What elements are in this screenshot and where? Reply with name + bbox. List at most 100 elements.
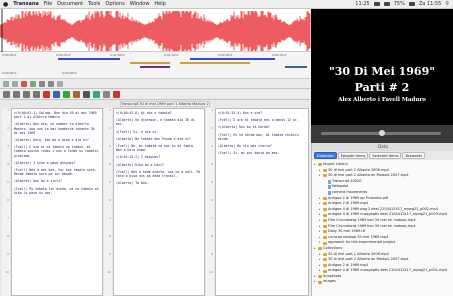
timeline-tick: 0:01:00.0 [110, 53, 125, 57]
transcript-paragraph[interactable]: (Fvell) Si, mi por kontá bo mas. [218, 151, 306, 155]
disclosure-triangle-icon[interactable]: ▸ [319, 173, 322, 179]
transcript-paragraph[interactable]: (Fvell) Mi tabata tin miedo, mi no tabat… [14, 187, 100, 195]
menu-help[interactable]: Help [154, 1, 165, 7]
transcript-column-3[interactable]: ¤(0:01:33.4) Kon e ora? (Fvell) E ora ei… [215, 108, 309, 296]
battery-icon[interactable] [408, 2, 415, 6]
snapshot-icon[interactable] [48, 80, 54, 87]
transcript-paragraph[interactable]: (Alberto) Anto, kon bo a biba e dia ei? [14, 138, 100, 142]
file-icon [328, 179, 331, 184]
transcript-paragraph[interactable]: (Alberto) Bon dia, mi nomber ta Alberto … [14, 122, 100, 135]
transcript-paragraph[interactable]: (Alberto) Un djarason, e tabata dia 30 d… [116, 118, 202, 126]
disclosure-triangle-icon[interactable]: ▸ [319, 240, 322, 246]
tab-database[interactable]: Database [314, 152, 337, 159]
transcript-column-2[interactable]: ¤(0:00:42.8) Ki dia e tabata? (Alberto) … [113, 108, 205, 296]
file-icon [328, 190, 331, 195]
undo-icon[interactable] [3, 90, 10, 98]
tab-keywords[interactable]: Keywords [402, 152, 426, 159]
tab-episode-items[interactable]: Episode Items [337, 152, 369, 159]
underline-icon[interactable] [33, 90, 40, 98]
transcript-paragraph[interactable]: ¤(Alberto) Kon bo ta kòrda? [218, 125, 306, 129]
clock-text: 11:25 [355, 1, 370, 7]
settings-icon[interactable] [57, 80, 63, 87]
bold-icon[interactable] [13, 90, 20, 98]
wifi-icon[interactable] [373, 2, 380, 6]
menu-document[interactable]: Document [57, 1, 83, 7]
transcript-paragraph[interactable]: (Fvell) Nos a bai kas, tur kos tabata se… [14, 168, 100, 176]
transcript-paragraph[interactable]: (Fvell) Mi ta kòrda bon, mi tabata chiki… [218, 133, 306, 141]
transcript-paragraph[interactable]: (Alberto) Bo tin mas storia? [218, 144, 306, 148]
font-icon[interactable] [73, 90, 80, 98]
disclosure-triangle-icon[interactable]: ▸ [319, 268, 322, 274]
end-time: 0:00:00.0 [62, 71, 77, 75]
library-panel: Data Database Episode Items Selected Ite… [311, 143, 453, 296]
disclosure-triangle-icon[interactable]: ▸ [314, 246, 317, 252]
video-scrubber-handle[interactable] [379, 130, 385, 136]
tab-selected-items[interactable]: Selected Items [369, 152, 402, 159]
menu-bar: ● Transana File Document Tools Options W… [0, 0, 453, 9]
close-icon[interactable] [113, 90, 120, 98]
speaker-bar-yellow[interactable] [130, 62, 170, 64]
waveform-panel[interactable] [0, 9, 311, 52]
transcript-paragraph[interactable]: ¤(0:00:42.8) Ki dia e tabata? [116, 111, 202, 115]
timeline-tick: 0:01:30.0 [164, 53, 179, 57]
speaker-bar-blue[interactable] [58, 58, 120, 60]
library-tabs: Database Episode Items Selected Items Ke… [312, 151, 453, 160]
transcript-paragraph[interactable]: ¤(0:00:01.1) Saludo. Bon dia 30 di mei 1… [14, 111, 100, 119]
keyword-icon[interactable] [63, 90, 70, 98]
video-player[interactable]: "30 Di Mei 1969" Parti # 2 Alex Alberto … [311, 9, 453, 125]
transcript-paragraph[interactable]: (Fvell) Nos a keda drenta, nos no a sali… [116, 170, 202, 178]
disclosure-triangle-icon[interactable]: ▸ [314, 162, 317, 168]
speaker-bar-teal[interactable] [285, 66, 307, 68]
library-item[interactable]: ▸ Images [314, 279, 452, 285]
menu-tools[interactable]: Tools [88, 1, 100, 7]
apple-icon[interactable]: ● [3, 1, 8, 8]
menu-options[interactable]: Options [105, 1, 124, 7]
app-menu[interactable]: Transana [13, 1, 39, 7]
folder-icon [323, 168, 327, 172]
datetime-text[interactable]: Za 11:55 [419, 1, 442, 7]
transcript-paragraph[interactable]: ¤(Fvell) Si, e dia ei. [116, 130, 202, 134]
menu-file[interactable]: File [44, 1, 52, 7]
search-icon[interactable]: ⚲ [445, 1, 449, 7]
speaker-bar-yellow[interactable] [180, 62, 250, 64]
folder-icon [323, 174, 327, 178]
timeline-tick: 0:00:30.0 [56, 53, 71, 57]
speaker-bar-purple[interactable] [140, 66, 170, 68]
transcript-paragraph[interactable]: (Alberto) Bo tabata den Punda e dia ei? [116, 137, 202, 141]
waveform-graph[interactable] [0, 9, 311, 52]
save-icon[interactable] [93, 90, 100, 98]
transcript-paragraph[interactable]: (Fvell) E ora ei tabata mas o menos 12 o… [218, 118, 306, 122]
speaker-icon[interactable] [53, 90, 60, 98]
waveform-line [0, 11, 311, 51]
timeline-tick: 0:00:00.0 [2, 53, 17, 57]
transcript-paragraph[interactable]: (Alberto) I kiko a pasa despues? [14, 161, 100, 165]
forward-icon[interactable] [12, 80, 18, 87]
play-icon[interactable] [30, 80, 36, 87]
transcript-paragraph[interactable]: ¤(0:01:33.4) Kon e ora? [218, 111, 306, 115]
transcript-paragraph[interactable]: (Alberto) Kon bo a sinti? [14, 179, 100, 183]
folder-icon [318, 247, 322, 251]
speaker-bar-blue[interactable] [190, 58, 275, 60]
zoom-icon[interactable] [39, 80, 45, 87]
record-icon[interactable] [21, 80, 27, 87]
folder-icon [323, 208, 327, 212]
folder-icon [323, 269, 327, 273]
transcript-paragraph[interactable]: (Fvell) No, mi tabata na kas ku mi famia… [116, 144, 202, 152]
transcript-paragraph[interactable]: (Alberto) Ta bon. [116, 181, 202, 185]
bluetooth-icon[interactable] [383, 2, 390, 6]
transcript-paragraph[interactable]: (Fvell) E dia ei mi tabata na trabou, mi… [14, 145, 100, 158]
back-icon[interactable] [3, 80, 9, 87]
transcript-paragraph[interactable]: ¤(0:01:10.2) I despues? [116, 155, 202, 159]
folder-icon [323, 241, 327, 245]
library-header: Data [312, 143, 453, 151]
transcript-paragraph[interactable]: (Alberto) Kiko bo a haci? [116, 163, 202, 167]
italic-icon[interactable] [23, 90, 30, 98]
disclosure-triangle-icon[interactable]: ▸ [314, 279, 317, 285]
timeline-panel[interactable]: 0:00:00.0 0:00:30.0 0:01:00.0 0:01:30.0 … [0, 52, 311, 79]
menu-window[interactable]: Window [130, 1, 150, 7]
transcript-column-1[interactable]: ¤(0:00:01.1) Saludo. Bon dia 30 di mei 1… [11, 108, 103, 296]
timecode-icon[interactable] [43, 90, 50, 98]
search-transcript-icon[interactable] [103, 90, 110, 98]
transcript-toolbar [0, 89, 311, 100]
print-icon[interactable] [83, 90, 90, 98]
